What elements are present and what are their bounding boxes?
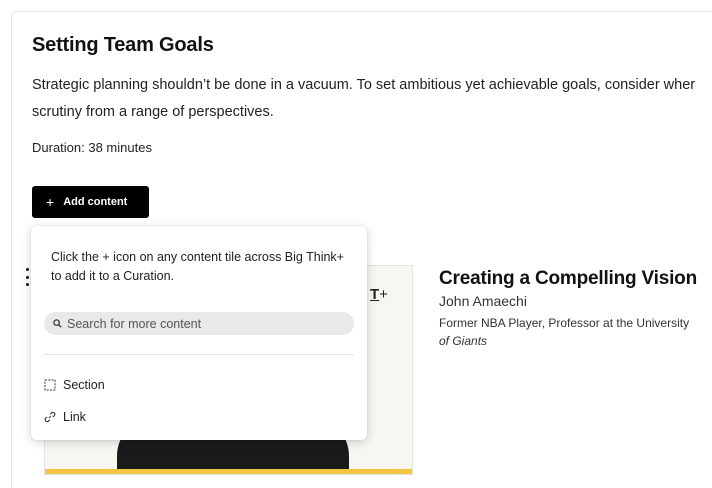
content-item-book: of Giants <box>439 334 488 348</box>
content-item-title[interactable]: Creating a Compelling Vision <box>439 268 697 290</box>
section-icon <box>44 379 56 391</box>
dropdown-divider <box>44 354 354 355</box>
menu-item-link[interactable]: Link <box>44 406 244 428</box>
module-description: Strategic planning shouldn’t be done in … <box>32 72 712 126</box>
menu-item-label: Section <box>63 378 105 392</box>
search-icon <box>53 315 67 333</box>
module-title: Setting Team Goals <box>32 34 214 56</box>
tile-add-text: T <box>370 286 380 303</box>
link-icon <box>44 411 56 423</box>
tile-accent-bar <box>45 469 412 474</box>
module-duration: Duration: 38 minutes <box>32 140 152 155</box>
add-content-label: Add content <box>63 196 128 208</box>
drag-handle-icon[interactable] <box>24 268 30 286</box>
tile-add-to-curation[interactable]: T+ <box>370 286 388 303</box>
dropdown-hint: Click the + icon on any content tile acr… <box>51 250 344 283</box>
add-content-button[interactable]: + Add content <box>32 186 149 218</box>
add-content-dropdown: Click the + icon on any content tile acr… <box>31 226 367 440</box>
description-line-1: Strategic planning shouldn’t be done in … <box>32 77 696 93</box>
plus-icon: + <box>46 194 55 210</box>
content-item-role: Former NBA Player, Professor at the Univ… <box>439 316 690 330</box>
menu-item-label: Link <box>63 410 86 424</box>
search-box[interactable] <box>44 312 354 335</box>
search-input[interactable] <box>67 316 337 331</box>
content-item-author: John Amaechi <box>439 293 527 309</box>
description-line-2: scrutiny from a range of perspectives. <box>32 104 274 120</box>
tile-plus-icon: + <box>379 286 388 303</box>
menu-item-section[interactable]: Section <box>44 374 244 396</box>
